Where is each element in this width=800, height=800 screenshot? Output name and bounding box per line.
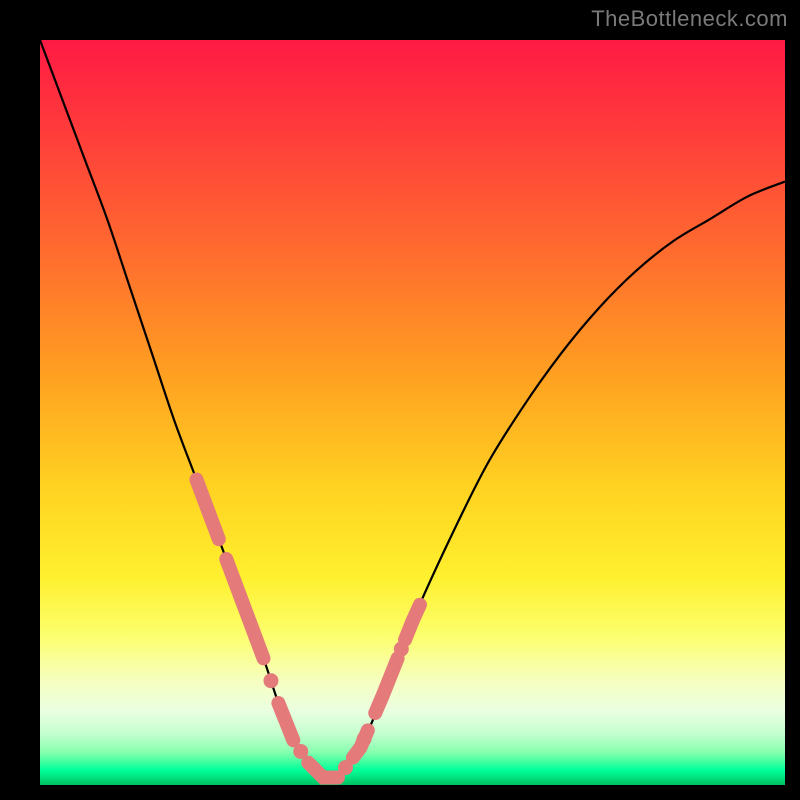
watermark-text: TheBottleneck.com — [591, 6, 788, 32]
highlight-segment — [375, 658, 397, 713]
highlight-dot — [293, 744, 308, 759]
highlight-segment — [405, 605, 420, 640]
highlight-segment — [308, 763, 338, 778]
highlight-segment — [226, 559, 263, 658]
highlight-overlay — [196, 480, 420, 778]
highlight-segment — [278, 703, 293, 740]
plot-area — [40, 40, 785, 785]
highlight-dot — [263, 673, 278, 688]
highlight-dot — [338, 760, 353, 775]
bottleneck-curve — [40, 40, 785, 780]
curve-svg — [40, 40, 785, 785]
chart-frame: TheBottleneck.com — [0, 0, 800, 800]
highlight-segment — [196, 480, 218, 540]
highlight-dot — [357, 732, 372, 747]
highlight-dot — [394, 642, 409, 657]
